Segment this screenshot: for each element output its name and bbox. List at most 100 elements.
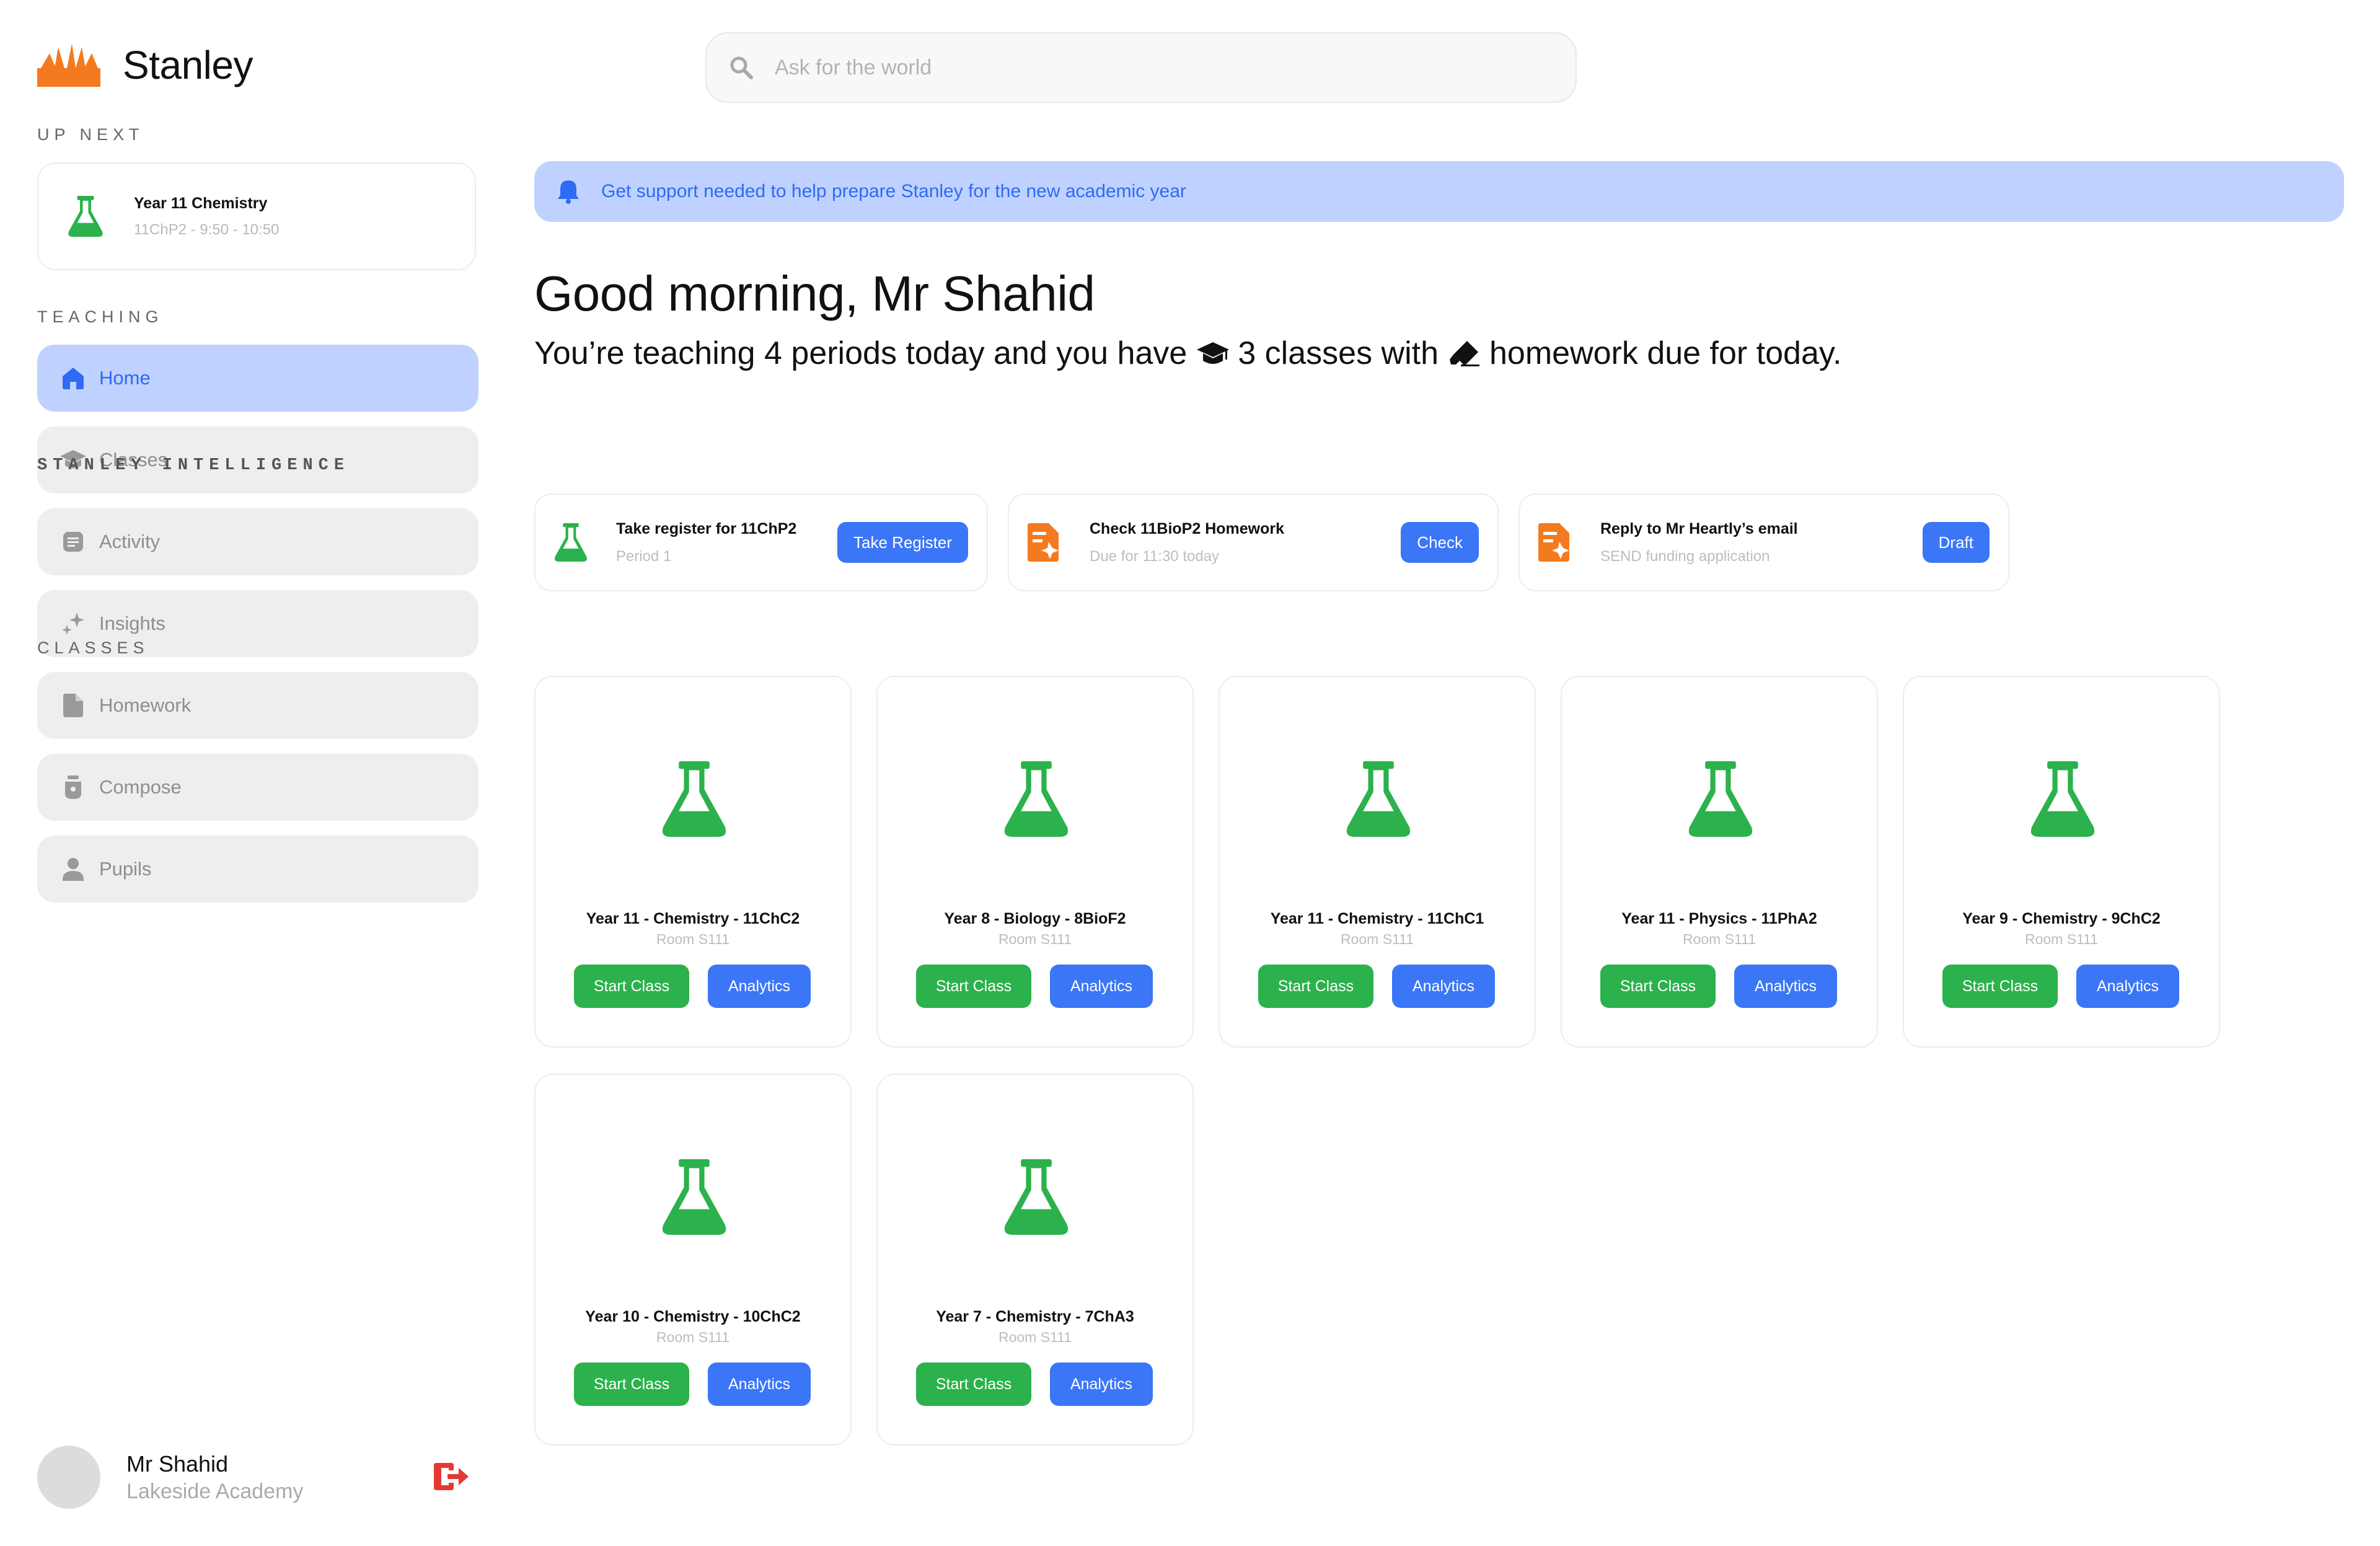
logout-icon[interactable] <box>434 1460 469 1493</box>
flask-icon <box>662 761 726 837</box>
sidebar-item-label: Home <box>99 367 151 389</box>
analytics-button[interactable]: Analytics <box>1050 1363 1153 1406</box>
class-title: Year 7 - Chemistry - 7ChA3 <box>936 1308 1134 1325</box>
analytics-button[interactable]: Analytics <box>2076 965 2179 1008</box>
intel-title: Reply to Mr Heartly’s email <box>1600 519 1798 537</box>
analytics-button[interactable]: Analytics <box>1050 965 1153 1008</box>
class-title: Year 8 - Biology - 8BioF2 <box>944 910 1126 927</box>
up-next-detail: 11ChP2 - 9:50 - 10:50 <box>134 221 280 238</box>
search-icon <box>730 56 753 79</box>
summary-text-1: You’re teaching 4 periods today and you … <box>534 335 1188 371</box>
flask-icon <box>68 196 103 237</box>
draft-button[interactable]: Draft <box>1922 522 1990 563</box>
flask-icon <box>1688 761 1753 837</box>
class-room: Room S111 <box>656 931 730 947</box>
class-room: Room S111 <box>1340 931 1414 947</box>
intel-title: Take register for 11ChP2 <box>616 519 797 537</box>
analytics-button[interactable]: Analytics <box>708 965 811 1008</box>
class-title: Year 10 - Chemistry - 10ChC2 <box>585 1308 801 1325</box>
user-profile[interactable]: Mr Shahid Lakeside Academy <box>37 1446 303 1509</box>
up-next-title: Year 11 Chemistry <box>134 194 268 212</box>
analytics-button[interactable]: Analytics <box>1734 965 1837 1008</box>
check-button[interactable]: Check <box>1401 522 1479 563</box>
start-class-button[interactable]: Start Class <box>1258 965 1373 1008</box>
sidebar-item-homework[interactable]: Homework <box>37 672 478 739</box>
flask-icon <box>1346 761 1411 837</box>
start-class-button[interactable]: Start Class <box>916 965 1031 1008</box>
intelligence-label: STANLEY INTELLIGENCE <box>37 456 350 475</box>
class-card[interactable]: Year 11 - Chemistry - 11ChC2 Room S111 S… <box>534 676 852 1048</box>
search-input[interactable] <box>775 55 1518 80</box>
pen-nib-icon <box>60 774 87 801</box>
class-card[interactable]: Year 10 - Chemistry - 10ChC2 Room S111 S… <box>534 1074 852 1446</box>
class-title: Year 11 - Chemistry - 11ChC1 <box>1270 910 1484 927</box>
flask-icon <box>662 1159 726 1235</box>
class-room: Room S111 <box>2024 931 2099 947</box>
class-room: Room S111 <box>656 1329 730 1345</box>
flask-icon <box>1004 761 1069 837</box>
start-class-button[interactable]: Start Class <box>916 1363 1031 1406</box>
intel-card-email[interactable]: Reply to Mr Heartly’s email SEND funding… <box>1518 493 2009 591</box>
stanley-logo-icon <box>37 43 100 87</box>
page-title: Good morning, Mr Shahid <box>534 266 1095 321</box>
avatar <box>37 1446 100 1509</box>
flask-icon <box>2030 761 2095 837</box>
home-icon <box>60 364 87 392</box>
person-icon <box>60 855 87 883</box>
document-icon <box>60 692 87 719</box>
start-class-button[interactable]: Start Class <box>574 965 689 1008</box>
banner-text: Get support needed to help prepare Stanl… <box>601 181 1186 201</box>
graduation-cap-icon <box>1197 342 1230 364</box>
analytics-button[interactable]: Analytics <box>708 1363 811 1406</box>
class-card[interactable]: Year 9 - Chemistry - 9ChC2 Room S111 Sta… <box>1903 676 2220 1048</box>
search-bar[interactable] <box>705 32 1577 103</box>
sidebar-item-pupils[interactable]: Pupils <box>37 836 478 903</box>
class-card[interactable]: Year 7 - Chemistry - 7ChA3 Room S111 Sta… <box>876 1074 1194 1446</box>
bell-icon <box>558 180 579 204</box>
start-class-button[interactable]: Start Class <box>1600 965 1716 1008</box>
eraser-icon <box>1450 341 1479 366</box>
class-card[interactable]: Year 11 - Physics - 11PhA2 Room S111 Sta… <box>1561 676 1878 1048</box>
class-room: Room S111 <box>1682 931 1756 947</box>
intel-card-homework[interactable]: Check 11BioP2 Homework Due for 11:30 tod… <box>1008 493 1499 591</box>
sidebar-item-label: Activity <box>99 531 161 552</box>
summary-text-3: homework due for today. <box>1489 335 1842 371</box>
intel-subtitle: Period 1 <box>616 547 672 565</box>
intel-subtitle: Due for 11:30 today <box>1090 547 1220 565</box>
app-logo[interactable]: Stanley <box>37 42 253 88</box>
sparkle-icon <box>60 610 87 637</box>
greeting-summary: You’re teaching 4 periods today and you … <box>534 335 1841 372</box>
intel-card-register[interactable]: Take register for 11ChP2 Period 1 Take R… <box>534 493 988 591</box>
summary-text-2: 3 classes with <box>1238 335 1439 371</box>
take-register-button[interactable]: Take Register <box>837 522 968 563</box>
app-name: Stanley <box>123 43 253 87</box>
sidebar-item-label: Compose <box>99 776 182 798</box>
user-school: Lakeside Academy <box>126 1479 304 1503</box>
teaching-label: TEACHING <box>37 307 164 326</box>
homework-doc-icon <box>1028 523 1059 562</box>
start-class-button[interactable]: Start Class <box>574 1363 689 1406</box>
class-room: Room S111 <box>998 1329 1072 1345</box>
classes-label: CLASSES <box>37 638 149 657</box>
sidebar-item-label: Insights <box>99 612 165 634</box>
flask-icon <box>1004 1159 1069 1235</box>
sidebar-item-home[interactable]: Home <box>37 345 478 412</box>
start-class-button[interactable]: Start Class <box>1942 965 2058 1008</box>
up-next-card[interactable]: Year 11 Chemistry 11ChP2 - 9:50 - 10:50 <box>37 162 476 270</box>
up-next-label: UP NEXT <box>37 125 144 144</box>
class-title: Year 9 - Chemistry - 9ChC2 <box>1962 910 2161 927</box>
sidebar-item-compose[interactable]: Compose <box>37 754 478 821</box>
sidebar-item-activity[interactable]: Activity <box>37 508 478 575</box>
sidebar-item-label: Homework <box>99 694 192 716</box>
analytics-button[interactable]: Analytics <box>1392 965 1495 1008</box>
class-card[interactable]: Year 8 - Biology - 8BioF2 Room S111 Star… <box>876 676 1194 1048</box>
user-name: Mr Shahid <box>126 1451 229 1477</box>
homework-doc-icon <box>1538 523 1569 562</box>
class-room: Room S111 <box>998 931 1072 947</box>
flask-icon <box>554 523 588 562</box>
class-card[interactable]: Year 11 - Chemistry - 11ChC1 Room S111 S… <box>1219 676 1536 1048</box>
intel-title: Check 11BioP2 Homework <box>1090 519 1285 537</box>
class-title: Year 11 - Chemistry - 11ChC2 <box>586 910 800 927</box>
support-banner[interactable]: Get support needed to help prepare Stanl… <box>534 161 2344 222</box>
intel-subtitle: SEND funding application <box>1600 547 1770 565</box>
